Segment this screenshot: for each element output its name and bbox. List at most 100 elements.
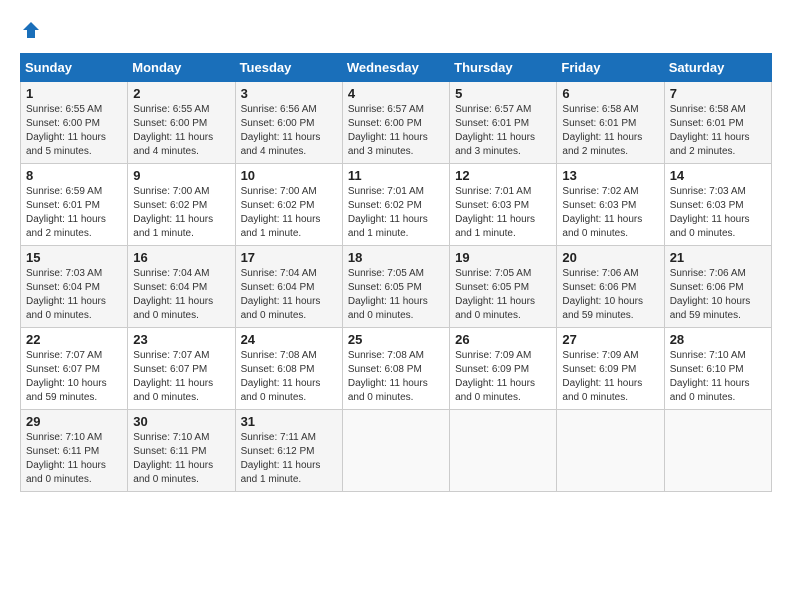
calendar-day-cell: 20 Sunrise: 7:06 AMSunset: 6:06 PMDayligh… <box>557 246 664 328</box>
calendar-day-cell: 25 Sunrise: 7:08 AMSunset: 6:08 PMDayligh… <box>342 328 449 410</box>
day-number: 15 <box>26 250 122 265</box>
day-info: Sunrise: 6:56 AMSunset: 6:00 PMDaylight:… <box>241 103 337 159</box>
calendar-day-cell: 17 Sunrise: 7:04 AMSunset: 6:04 PMDayligh… <box>235 246 342 328</box>
calendar-day-cell: 21 Sunrise: 7:06 AMSunset: 6:06 PMDayligh… <box>664 246 771 328</box>
calendar-day-cell: 27 Sunrise: 7:09 AMSunset: 6:09 PMDayligh… <box>557 328 664 410</box>
day-info: Sunrise: 7:10 AMSunset: 6:11 PMDaylight:… <box>133 431 229 487</box>
weekday-header-cell: Tuesday <box>235 54 342 82</box>
calendar-day-cell: 12 Sunrise: 7:01 AMSunset: 6:03 PMDayligh… <box>450 164 557 246</box>
calendar-day-cell: 31 Sunrise: 7:11 AMSunset: 6:12 PMDayligh… <box>235 410 342 492</box>
day-info: Sunrise: 7:00 AMSunset: 6:02 PMDaylight:… <box>133 185 229 241</box>
day-number: 30 <box>133 414 229 429</box>
day-number: 10 <box>241 168 337 183</box>
day-info: Sunrise: 6:55 AMSunset: 6:00 PMDaylight:… <box>26 103 122 159</box>
day-number: 25 <box>348 332 444 347</box>
day-info: Sunrise: 7:10 AMSunset: 6:10 PMDaylight:… <box>670 349 766 405</box>
day-number: 6 <box>562 86 658 101</box>
calendar-day-cell: 14 Sunrise: 7:03 AMSunset: 6:03 PMDayligh… <box>664 164 771 246</box>
calendar-week-row: 8Sunrise: 6:59 AMSunset: 6:01 PMDaylight… <box>21 164 772 246</box>
calendar-day-cell: 23 Sunrise: 7:07 AMSunset: 6:07 PMDayligh… <box>128 328 235 410</box>
day-info: Sunrise: 7:00 AMSunset: 6:02 PMDaylight:… <box>241 185 337 241</box>
day-info: Sunrise: 7:06 AMSunset: 6:06 PMDaylight:… <box>562 267 658 323</box>
day-info: Sunrise: 7:02 AMSunset: 6:03 PMDaylight:… <box>562 185 658 241</box>
calendar-day-cell: 18 Sunrise: 7:05 AMSunset: 6:05 PMDayligh… <box>342 246 449 328</box>
calendar-week-row: 29Sunrise: 7:10 AMSunset: 6:11 PMDayligh… <box>21 410 772 492</box>
day-number: 21 <box>670 250 766 265</box>
day-number: 5 <box>455 86 551 101</box>
day-info: Sunrise: 7:05 AMSunset: 6:05 PMDaylight:… <box>348 267 444 323</box>
calendar-day-cell: 9 Sunrise: 7:00 AMSunset: 6:02 PMDaylight… <box>128 164 235 246</box>
calendar-day-cell: 15 Sunrise: 7:03 AMSunset: 6:04 PMDayligh… <box>21 246 128 328</box>
calendar-day-cell: 8Sunrise: 6:59 AMSunset: 6:01 PMDaylight… <box>21 164 128 246</box>
day-info: Sunrise: 7:03 AMSunset: 6:03 PMDaylight:… <box>670 185 766 241</box>
day-number: 9 <box>133 168 229 183</box>
day-number: 24 <box>241 332 337 347</box>
calendar-day-cell: 5 Sunrise: 6:57 AMSunset: 6:01 PMDaylight… <box>450 82 557 164</box>
day-info: Sunrise: 7:04 AMSunset: 6:04 PMDaylight:… <box>133 267 229 323</box>
calendar: SundayMondayTuesdayWednesdayThursdayFrid… <box>20 53 772 492</box>
logo-icon <box>21 20 41 40</box>
weekday-header-cell: Thursday <box>450 54 557 82</box>
day-info: Sunrise: 7:07 AMSunset: 6:07 PMDaylight:… <box>133 349 229 405</box>
day-info: Sunrise: 7:08 AMSunset: 6:08 PMDaylight:… <box>348 349 444 405</box>
calendar-day-cell: 26Sunrise: 7:09 AMSunset: 6:09 PMDayligh… <box>450 328 557 410</box>
day-info: Sunrise: 6:57 AMSunset: 6:01 PMDaylight:… <box>455 103 551 159</box>
calendar-day-cell <box>450 410 557 492</box>
weekday-header-cell: Monday <box>128 54 235 82</box>
day-number: 17 <box>241 250 337 265</box>
day-number: 1 <box>26 86 122 101</box>
day-number: 3 <box>241 86 337 101</box>
weekday-header-cell: Sunday <box>21 54 128 82</box>
day-info: Sunrise: 7:05 AMSunset: 6:05 PMDaylight:… <box>455 267 551 323</box>
calendar-week-row: 1 Sunrise: 6:55 AMSunset: 6:00 PMDaylight… <box>21 82 772 164</box>
day-info: Sunrise: 6:55 AMSunset: 6:00 PMDaylight:… <box>133 103 229 159</box>
day-number: 31 <box>241 414 337 429</box>
weekday-header-cell: Wednesday <box>342 54 449 82</box>
day-info: Sunrise: 7:03 AMSunset: 6:04 PMDaylight:… <box>26 267 122 323</box>
calendar-week-row: 22 Sunrise: 7:07 AMSunset: 6:07 PMDayligh… <box>21 328 772 410</box>
calendar-day-cell: 10 Sunrise: 7:00 AMSunset: 6:02 PMDayligh… <box>235 164 342 246</box>
calendar-day-cell: 6 Sunrise: 6:58 AMSunset: 6:01 PMDaylight… <box>557 82 664 164</box>
day-number: 26 <box>455 332 551 347</box>
day-number: 27 <box>562 332 658 347</box>
day-number: 14 <box>670 168 766 183</box>
day-number: 16 <box>133 250 229 265</box>
calendar-day-cell: 22Sunrise: 7:07 AMSunset: 6:07 PMDayligh… <box>21 328 128 410</box>
day-info: Sunrise: 7:04 AMSunset: 6:04 PMDaylight:… <box>241 267 337 323</box>
day-info: Sunrise: 6:58 AMSunset: 6:01 PMDaylight:… <box>670 103 766 159</box>
logo <box>20 20 42 45</box>
day-info: Sunrise: 7:09 AMSunset: 6:09 PMDaylight:… <box>562 349 658 405</box>
day-info: Sunrise: 7:10 AMSunset: 6:11 PMDaylight:… <box>26 431 122 487</box>
day-number: 22 <box>26 332 122 347</box>
day-info: Sunrise: 7:01 AMSunset: 6:02 PMDaylight:… <box>348 185 444 241</box>
weekday-header-cell: Saturday <box>664 54 771 82</box>
calendar-day-cell: 30 Sunrise: 7:10 AMSunset: 6:11 PMDayligh… <box>128 410 235 492</box>
day-number: 19 <box>455 250 551 265</box>
calendar-day-cell: 29Sunrise: 7:10 AMSunset: 6:11 PMDayligh… <box>21 410 128 492</box>
day-number: 12 <box>455 168 551 183</box>
day-number: 13 <box>562 168 658 183</box>
day-number: 8 <box>26 168 122 183</box>
calendar-day-cell: 19 Sunrise: 7:05 AMSunset: 6:05 PMDayligh… <box>450 246 557 328</box>
day-number: 18 <box>348 250 444 265</box>
day-info: Sunrise: 6:57 AMSunset: 6:00 PMDaylight:… <box>348 103 444 159</box>
calendar-header: SundayMondayTuesdayWednesdayThursdayFrid… <box>21 54 772 82</box>
calendar-day-cell: 7 Sunrise: 6:58 AMSunset: 6:01 PMDaylight… <box>664 82 771 164</box>
calendar-day-cell: 24 Sunrise: 7:08 AMSunset: 6:08 PMDayligh… <box>235 328 342 410</box>
day-number: 7 <box>670 86 766 101</box>
calendar-day-cell: 3 Sunrise: 6:56 AMSunset: 6:00 PMDaylight… <box>235 82 342 164</box>
day-info: Sunrise: 7:01 AMSunset: 6:03 PMDaylight:… <box>455 185 551 241</box>
day-number: 2 <box>133 86 229 101</box>
calendar-day-cell <box>342 410 449 492</box>
day-info: Sunrise: 7:11 AMSunset: 6:12 PMDaylight:… <box>241 431 337 487</box>
calendar-day-cell <box>664 410 771 492</box>
day-info: Sunrise: 7:06 AMSunset: 6:06 PMDaylight:… <box>670 267 766 323</box>
calendar-week-row: 15 Sunrise: 7:03 AMSunset: 6:04 PMDayligh… <box>21 246 772 328</box>
day-info: Sunrise: 6:58 AMSunset: 6:01 PMDaylight:… <box>562 103 658 159</box>
calendar-day-cell <box>557 410 664 492</box>
day-info: Sunrise: 7:08 AMSunset: 6:08 PMDaylight:… <box>241 349 337 405</box>
day-number: 23 <box>133 332 229 347</box>
day-number: 4 <box>348 86 444 101</box>
calendar-day-cell: 16 Sunrise: 7:04 AMSunset: 6:04 PMDayligh… <box>128 246 235 328</box>
day-number: 20 <box>562 250 658 265</box>
